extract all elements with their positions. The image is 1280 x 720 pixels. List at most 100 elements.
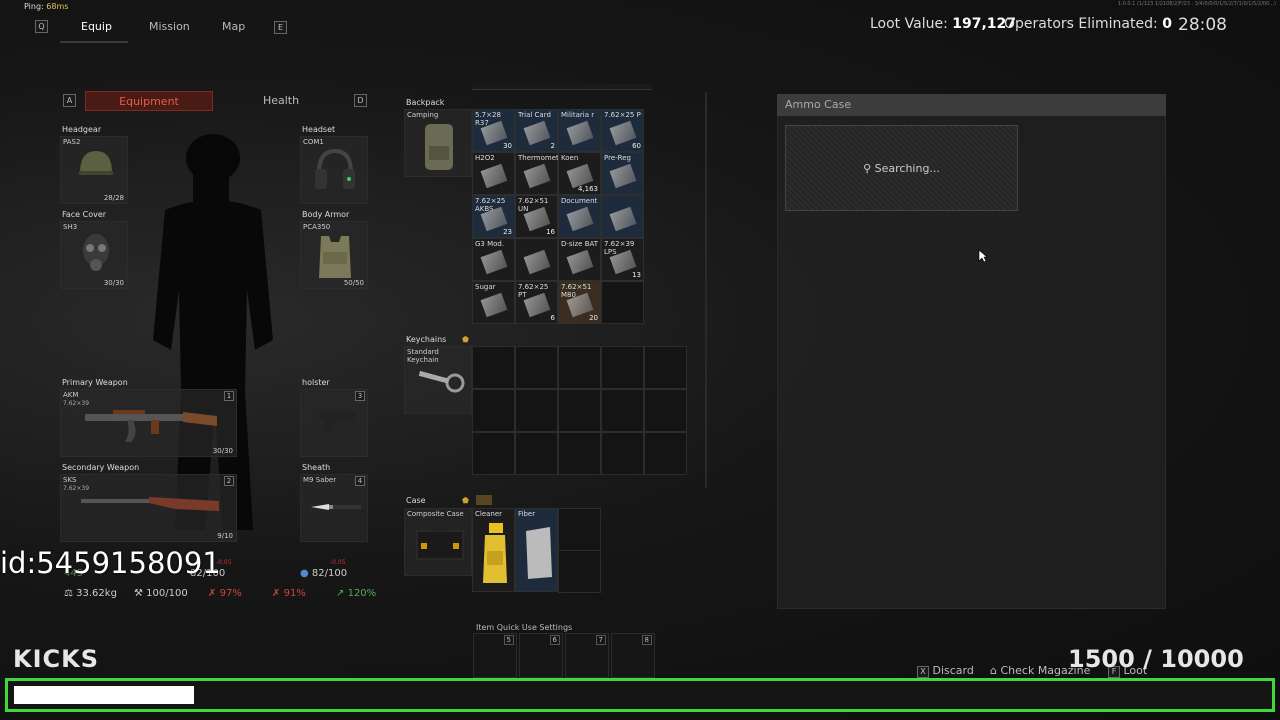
water-drop-icon: ● xyxy=(300,568,309,579)
quick-use-slot[interactable]: 7 xyxy=(565,633,609,678)
nav-key-left[interactable]: Q xyxy=(35,20,48,33)
keychain-cell[interactable] xyxy=(515,389,558,432)
backpack-item[interactable] xyxy=(601,195,644,238)
case-item-cleaner-name: Cleaner xyxy=(475,510,503,518)
keychain-cell[interactable] xyxy=(644,432,687,475)
headgear-durability: 28/28 xyxy=(103,194,124,202)
backpack-item[interactable]: 7.62×51 M80 20 xyxy=(558,281,601,324)
gas-mask-icon xyxy=(83,234,109,271)
backpack-item[interactable] xyxy=(515,238,558,281)
quick-use-label: Item Quick Use Settings xyxy=(476,623,573,632)
keychain-cell[interactable] xyxy=(472,389,515,432)
searching-box: ⚲ Searching... xyxy=(785,125,1018,211)
primary-weapon-slot[interactable]: AKM 7.62×39 1 30/30 xyxy=(60,389,237,457)
stat-p2: ✗ 91% xyxy=(272,588,306,599)
holster-slot[interactable]: 3 xyxy=(300,389,368,457)
headgear-slot[interactable]: PAS2 28/28 xyxy=(60,136,128,204)
headset-slot[interactable]: COM1 xyxy=(300,136,368,204)
backpack-item[interactable]: 5.7×28 R37 30 xyxy=(472,109,515,152)
backpack-item[interactable]: Sugar xyxy=(472,281,515,324)
backpack-item-count: 30 xyxy=(503,142,512,150)
backpack-item-name: Trial Card xyxy=(518,111,551,119)
stat-p3-value: 120% xyxy=(347,588,377,599)
discard-hint[interactable]: X Discard xyxy=(917,664,974,678)
stream-id-overlay: id:5459158091 xyxy=(0,546,221,580)
search-icon: ⚲ xyxy=(863,162,872,175)
tab-mission[interactable]: Mission xyxy=(149,20,190,33)
backpack-item[interactable]: H2O2 xyxy=(472,152,515,195)
case-empty-cell[interactable] xyxy=(558,508,601,551)
backpack-item[interactable]: 7.62×25 AKBS 23 xyxy=(472,195,515,238)
backpack-item[interactable]: 7.62×51 UN 16 xyxy=(515,195,558,238)
case-slot[interactable]: Composite Case xyxy=(404,508,472,576)
backpack-item[interactable]: D-size BAT xyxy=(558,238,601,281)
backpack-item-name: Koen xyxy=(561,154,579,162)
item-icon xyxy=(523,120,551,146)
stat-p2-icon: ✗ xyxy=(272,588,281,599)
face-cover-slot[interactable]: SH3 30/30 xyxy=(60,221,128,289)
quick-slot-num: 7 xyxy=(595,635,606,645)
weight-value: 33.62kg xyxy=(76,588,117,599)
backpack-item[interactable]: Document xyxy=(558,195,601,238)
case-empty-cell[interactable] xyxy=(558,550,601,593)
backpack-slot[interactable]: Camping xyxy=(404,109,472,177)
backpack-item[interactable]: 7.62×25 PT 6 xyxy=(515,281,558,324)
quick-use-slot[interactable]: 5 xyxy=(473,633,517,678)
keychain-cell[interactable] xyxy=(558,389,601,432)
ops-label: Operators Eliminated: xyxy=(1004,16,1158,32)
stamina-stat: ⚒ 100/100 xyxy=(134,588,188,599)
keychain-cell[interactable] xyxy=(644,389,687,432)
ops-count: 0 xyxy=(1162,16,1172,32)
backpack-item[interactable]: G3 Mod. xyxy=(472,238,515,281)
face-cover-label: Face Cover xyxy=(62,210,107,219)
keychain-cell[interactable] xyxy=(601,389,644,432)
keychain-cell[interactable] xyxy=(472,346,515,389)
backpack-item[interactable]: Koen 4,163 xyxy=(558,152,601,195)
backpack-item-name: 7.62×25 P xyxy=(604,111,641,119)
backpack-item[interactable] xyxy=(601,281,644,324)
quick-use-slot[interactable]: 6 xyxy=(519,633,563,678)
backpack-item-count: 4,163 xyxy=(577,185,598,193)
item-icon xyxy=(480,163,508,189)
body-armor-slot[interactable]: PCA350 50/50 xyxy=(300,221,368,289)
keychain-cell[interactable] xyxy=(515,346,558,389)
rifle-icon xyxy=(85,410,217,442)
backpack-item-name: H2O2 xyxy=(475,154,495,162)
inventory-scrollbar[interactable] xyxy=(705,92,707,488)
item-icon xyxy=(566,206,594,232)
keychain-cell[interactable] xyxy=(472,432,515,475)
backpack-item[interactable]: Militaria r xyxy=(558,109,601,152)
tab-health[interactable]: Health xyxy=(217,91,345,111)
tab-equipment[interactable]: Equipment xyxy=(85,91,213,111)
subtab-key-left[interactable]: A xyxy=(63,94,76,107)
secondary-weapon-slot[interactable]: SKS 7.62×39 2 9/10 xyxy=(60,474,237,542)
mouse-icon: ⌂ xyxy=(990,664,997,677)
tab-map[interactable]: Map xyxy=(222,20,245,33)
backpack-item[interactable]: Trial Card 2 xyxy=(515,109,558,152)
keychain-cell[interactable] xyxy=(644,346,687,389)
operators-eliminated: Operators Eliminated: 0 xyxy=(1004,16,1172,32)
quick-use-slot[interactable]: 8 xyxy=(611,633,655,678)
keychain-cell[interactable] xyxy=(558,432,601,475)
secondary-weapon-name: SKS xyxy=(63,476,77,484)
backpack-item[interactable]: Thermometer xyxy=(515,152,558,195)
case-item-cleaner[interactable]: Cleaner xyxy=(472,508,515,592)
backpack-item[interactable]: 7.62×39 LPS 13 xyxy=(601,238,644,281)
backpack-item[interactable]: 7.62×25 P 60 xyxy=(601,109,644,152)
backpack-item[interactable]: Pre-Reg xyxy=(601,152,644,195)
stamina-value: 100/100 xyxy=(146,588,188,599)
backpack-item-name: Thermometer xyxy=(518,154,558,162)
tab-equip[interactable]: Equip xyxy=(81,20,112,33)
sheath-slot[interactable]: M9 Saber 4 xyxy=(300,474,368,542)
subtab-key-right[interactable]: D xyxy=(354,94,367,107)
body-armor-name: PCA350 xyxy=(303,223,331,231)
keychain-cell[interactable] xyxy=(601,432,644,475)
keychain-slot[interactable]: Standard Keychain xyxy=(404,346,472,414)
nav-key-right[interactable]: E xyxy=(274,21,287,34)
keychains-label: Keychains xyxy=(406,335,447,344)
keychain-cell[interactable] xyxy=(601,346,644,389)
pistol-icon xyxy=(319,412,355,434)
keychain-cell[interactable] xyxy=(558,346,601,389)
case-item-fiber[interactable]: Fiber xyxy=(515,508,558,592)
keychain-cell[interactable] xyxy=(515,432,558,475)
